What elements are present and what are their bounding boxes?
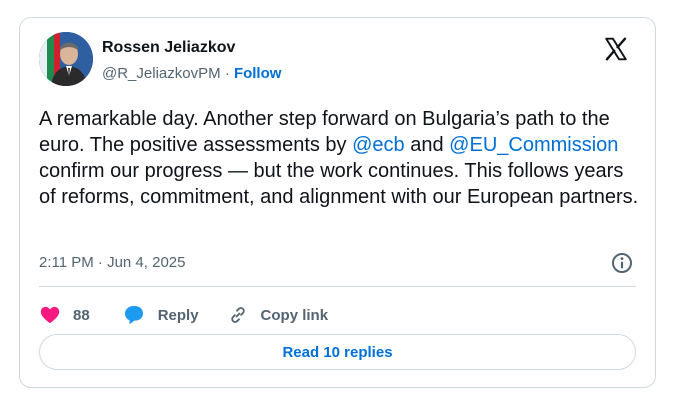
heart-icon: [39, 304, 61, 326]
like-count: 88: [73, 306, 90, 324]
author-handle[interactable]: @R_JeliazkovPM: [102, 65, 221, 82]
like-button[interactable]: 88: [39, 304, 90, 326]
separator-dot: ·: [224, 65, 230, 82]
mention-ecb[interactable]: @ecb: [352, 134, 405, 156]
post-text: A remarkable day. Another step forward o…: [39, 106, 639, 210]
speech-bubble-icon: [122, 304, 146, 326]
divider: [39, 286, 636, 287]
reply-button[interactable]: Reply: [122, 304, 199, 326]
author-name[interactable]: Rossen Jeliazkov: [102, 39, 235, 57]
copy-link-button[interactable]: Copy link: [227, 304, 329, 326]
read-replies-button[interactable]: Read 10 replies: [39, 334, 636, 370]
copy-link-label: Copy link: [260, 306, 329, 324]
avatar[interactable]: [39, 32, 93, 86]
post-text-part-3: confirm our progress — but the work cont…: [39, 160, 639, 208]
avatar-photo: [39, 32, 93, 86]
follow-button[interactable]: Follow: [234, 65, 282, 82]
reply-label: Reply: [157, 306, 199, 324]
info-icon[interactable]: [610, 251, 634, 275]
mention-eu-commission[interactable]: @EU_Commission: [449, 134, 618, 156]
post-timestamp[interactable]: 2:11 PM · Jun 4, 2025: [39, 254, 185, 271]
x-logo-icon[interactable]: [603, 36, 629, 62]
link-icon: [227, 304, 249, 326]
author-handle-row: @R_JeliazkovPM · Follow: [102, 65, 281, 82]
action-bar: 88 Reply Copy link: [39, 300, 328, 330]
embedded-post-card: Rossen Jeliazkov @R_JeliazkovPM · Follow…: [19, 17, 656, 388]
post-text-part-2: and: [404, 134, 450, 156]
